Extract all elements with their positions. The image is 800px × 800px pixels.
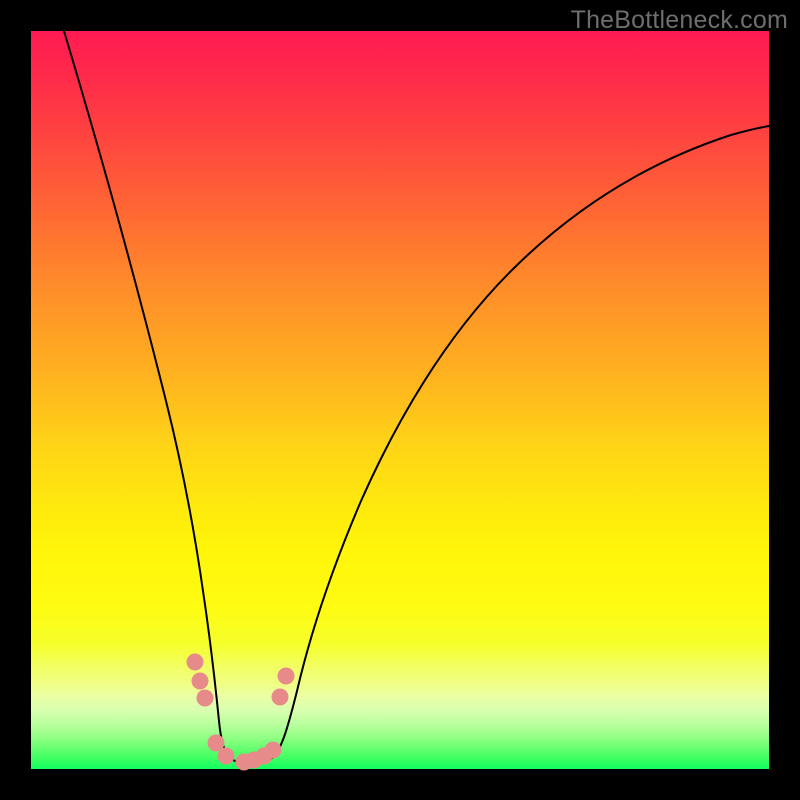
marker-dot <box>272 689 289 706</box>
marker-dot <box>218 748 235 765</box>
bottleneck-curve <box>64 31 769 764</box>
marker-dot <box>197 690 214 707</box>
marker-dot <box>278 668 295 685</box>
marker-dot <box>192 673 209 690</box>
curve-layer <box>31 31 769 769</box>
chart-frame: TheBottleneck.com <box>0 0 800 800</box>
marker-dot <box>265 742 282 759</box>
marker-dot <box>187 654 204 671</box>
marker-group <box>187 654 295 771</box>
plot-area <box>31 31 769 769</box>
